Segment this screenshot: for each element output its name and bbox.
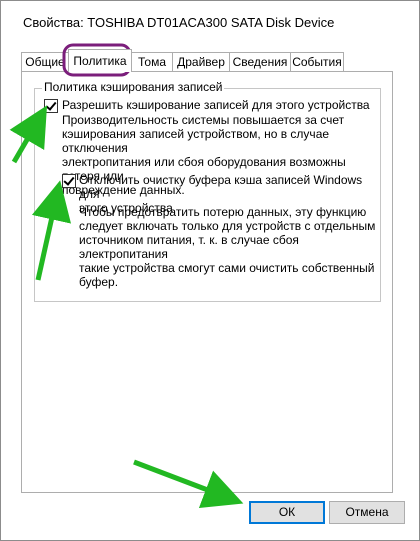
title-bar[interactable]: Свойства: TOSHIBA DT01ACA300 SATA Disk D… bbox=[1, 1, 419, 41]
group-title: Политика кэширования записей bbox=[42, 80, 225, 94]
tab-volumes[interactable]: Тома bbox=[131, 52, 173, 71]
enable-write-caching-checkbox[interactable] bbox=[44, 99, 58, 113]
write-caching-group: Политика кэширования записей Разрешить к… bbox=[34, 80, 381, 302]
turn-off-cache-flushing-description: Чтобы предотвратить потерю данных, эту ф… bbox=[79, 205, 376, 289]
tab-panel-policies: Политика кэширования записей Разрешить к… bbox=[21, 71, 393, 493]
tab-details[interactable]: Сведения bbox=[229, 52, 291, 71]
turn-off-cache-flushing-checkbox[interactable] bbox=[62, 174, 76, 188]
cancel-button[interactable]: Отмена bbox=[329, 501, 405, 524]
enable-write-caching-label[interactable]: Разрешить кэширование записей для этого … bbox=[62, 98, 370, 112]
ok-button[interactable]: ОК bbox=[249, 501, 325, 524]
window-title: Свойства: TOSHIBA DT01ACA300 SATA Disk D… bbox=[23, 15, 335, 30]
properties-dialog: Свойства: TOSHIBA DT01ACA300 SATA Disk D… bbox=[0, 0, 420, 541]
tab-events[interactable]: События bbox=[290, 52, 344, 71]
tab-driver[interactable]: Драйвер bbox=[172, 52, 230, 71]
tab-general[interactable]: Общие bbox=[21, 52, 69, 71]
tab-policies[interactable]: Политика bbox=[68, 49, 132, 72]
